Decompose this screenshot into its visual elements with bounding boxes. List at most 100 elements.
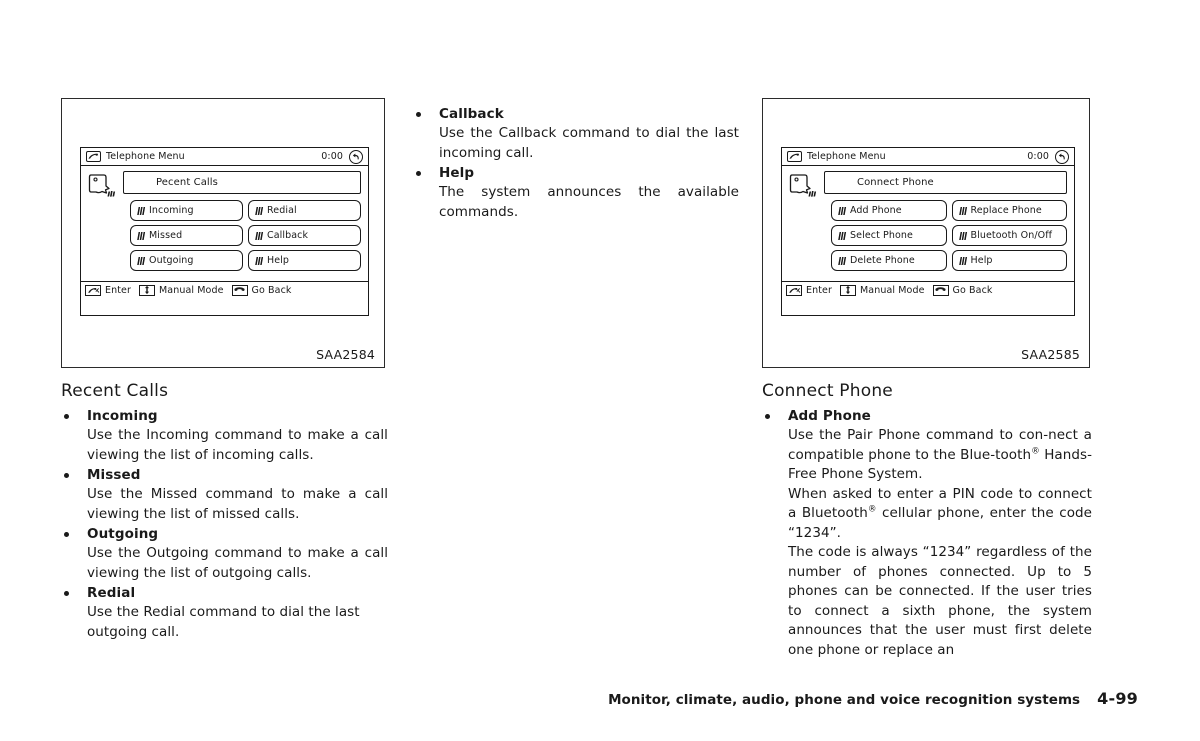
bullet-description: Use the Incoming command to make a call … bbox=[87, 427, 388, 463]
bullet-term: Outgoing bbox=[61, 525, 388, 544]
command-button[interactable]: Outgoing bbox=[130, 250, 243, 271]
status-label: Enter bbox=[806, 284, 832, 296]
footer-section-title: Monitor, climate, audio, phone and voice… bbox=[608, 692, 1081, 708]
command-button-label: Replace Phone bbox=[970, 205, 1042, 216]
paragraph-code-always: The code is always “1234” regardless of … bbox=[788, 544, 1092, 658]
voice-bars-icon bbox=[137, 256, 146, 265]
list-item: Redial Use the Redial command to dial th… bbox=[61, 584, 388, 642]
bullet-list: Incoming Use the Incoming command to mak… bbox=[61, 407, 388, 642]
command-button[interactable]: Missed bbox=[130, 225, 243, 246]
speaking-head-icon bbox=[788, 172, 818, 200]
command-button-label: Help bbox=[267, 255, 290, 266]
registered-mark: ® bbox=[867, 504, 877, 515]
screen-clock: 0:00 bbox=[321, 151, 343, 162]
command-button-label: Redial bbox=[267, 205, 297, 216]
paragraph-pair-phone: Use the Pair Phone command to con-nect a… bbox=[762, 426, 1092, 485]
screen-statusbar: Enter Manual Mode Go Back bbox=[782, 281, 1074, 298]
bullet-description: Use the Outgoing command to make a call … bbox=[87, 545, 388, 581]
hang-up-phone-icon bbox=[932, 284, 949, 296]
command-button-label: Outgoing bbox=[149, 255, 194, 266]
status-item-manual-mode: Manual Mode bbox=[139, 284, 224, 296]
right-column-text: Connect Phone Add Phone Use the Pair Pho… bbox=[762, 381, 1092, 661]
return-arrow-icon[interactable] bbox=[1055, 149, 1069, 164]
head-unit-screen-left: Telephone Menu 0:00 Pecent Calls Incomin… bbox=[80, 147, 369, 316]
command-button-label: Missed bbox=[149, 230, 183, 241]
screen-titlebar: Telephone Menu 0:00 bbox=[782, 148, 1074, 166]
current-command-banner: Pecent Calls bbox=[123, 171, 361, 194]
command-button[interactable]: Callback bbox=[248, 225, 361, 246]
command-button-label: Callback bbox=[267, 230, 309, 241]
command-button-grid: Incoming Redial Missed Callback Outgoing… bbox=[130, 200, 361, 271]
command-button-label: Incoming bbox=[149, 205, 194, 216]
command-button-label: Add Phone bbox=[850, 205, 902, 216]
bullet-list: Callback Use the Callback command to dia… bbox=[413, 105, 739, 222]
status-label: Manual Mode bbox=[159, 284, 224, 296]
up-down-arrows-icon bbox=[840, 284, 856, 296]
current-command-banner: Connect Phone bbox=[824, 171, 1067, 194]
command-button-label: Bluetooth On/Off bbox=[970, 230, 1053, 241]
paragraph-pin-code: When asked to enter a PIN code to connec… bbox=[762, 485, 1092, 544]
status-label: Go Back bbox=[952, 284, 993, 296]
voice-bars-icon bbox=[255, 206, 264, 215]
command-button[interactable]: Help bbox=[951, 250, 1067, 271]
command-button-label: Select Phone bbox=[850, 230, 913, 241]
status-label: Go Back bbox=[251, 284, 292, 296]
voice-bars-icon bbox=[838, 256, 847, 265]
bullet-term: Callback bbox=[413, 105, 739, 124]
middle-column-text: Callback Use the Callback command to dia… bbox=[413, 105, 739, 223]
current-command-label: Connect Phone bbox=[857, 177, 934, 188]
command-button[interactable]: Add Phone bbox=[831, 200, 947, 221]
left-column-text: Recent Calls Incoming Use the Incoming c… bbox=[61, 381, 388, 643]
phone-handset-icon bbox=[86, 151, 101, 162]
command-button-grid: Add Phone Replace Phone Select Phone Blu… bbox=[831, 200, 1067, 271]
list-item: Incoming Use the Incoming command to mak… bbox=[61, 407, 388, 465]
bullet-list: Add Phone Use the Pair Phone command to … bbox=[762, 407, 1092, 660]
figure-code: SAA2584 bbox=[316, 347, 375, 362]
bullet-description: The system announces the available comma… bbox=[439, 184, 739, 220]
screen-title: Telephone Menu bbox=[106, 151, 185, 162]
command-button-label: Delete Phone bbox=[850, 255, 915, 266]
command-button[interactable]: Replace Phone bbox=[951, 200, 1067, 221]
bullet-term: Add Phone bbox=[762, 407, 1092, 426]
list-item: Outgoing Use the Outgoing command to mak… bbox=[61, 525, 388, 583]
enter-button-icon bbox=[85, 284, 101, 296]
command-button[interactable]: Select Phone bbox=[831, 225, 947, 246]
voice-bars-icon bbox=[838, 231, 847, 240]
command-button[interactable]: Redial bbox=[248, 200, 361, 221]
command-button[interactable]: Help bbox=[248, 250, 361, 271]
status-item-enter: Enter bbox=[85, 284, 131, 296]
command-button[interactable]: Bluetooth On/Off bbox=[951, 225, 1067, 246]
voice-bars-icon bbox=[838, 206, 847, 215]
voice-bars-icon bbox=[958, 206, 967, 215]
voice-bars-icon bbox=[255, 231, 264, 240]
screen-body: Pecent Calls Incoming Redial Missed Call… bbox=[81, 166, 368, 298]
list-item: Missed Use the Missed command to make a … bbox=[61, 466, 388, 524]
enter-button-icon bbox=[786, 284, 802, 296]
section-heading: Recent Calls bbox=[61, 381, 169, 401]
status-item-enter: Enter bbox=[786, 284, 832, 296]
return-arrow-icon[interactable] bbox=[349, 149, 363, 164]
status-label: Enter bbox=[105, 284, 131, 296]
command-button-label: Help bbox=[970, 255, 993, 266]
page-footer: Monitor, climate, audio, phone and voice… bbox=[608, 689, 1138, 708]
section-heading: Connect Phone bbox=[762, 381, 893, 401]
figure-connect-phone: Telephone Menu 0:00 Connect Phone Add Ph… bbox=[762, 98, 1090, 368]
bullet-term: Incoming bbox=[61, 407, 388, 426]
command-button[interactable]: Delete Phone bbox=[831, 250, 947, 271]
bullet-term: Missed bbox=[61, 466, 388, 485]
list-item: Callback Use the Callback command to dia… bbox=[413, 105, 739, 163]
voice-bars-icon bbox=[958, 231, 967, 240]
status-item-manual-mode: Manual Mode bbox=[840, 284, 925, 296]
screen-clock: 0:00 bbox=[1027, 151, 1049, 162]
list-item: Add Phone Use the Pair Phone command to … bbox=[762, 407, 1092, 660]
figure-code: SAA2585 bbox=[1021, 347, 1080, 362]
command-button[interactable]: Incoming bbox=[130, 200, 243, 221]
screen-body: Connect Phone Add Phone Replace Phone Se… bbox=[782, 166, 1074, 298]
voice-bars-icon bbox=[137, 231, 146, 240]
bullet-description: Use the Missed command to make a call vi… bbox=[87, 486, 388, 522]
screen-statusbar: Enter Manual Mode Go Back bbox=[81, 281, 368, 298]
voice-bars-icon bbox=[255, 256, 264, 265]
up-down-arrows-icon bbox=[139, 284, 155, 296]
page-number: 4-99 bbox=[1097, 689, 1138, 708]
list-item: Help The system announces the available … bbox=[413, 164, 739, 222]
